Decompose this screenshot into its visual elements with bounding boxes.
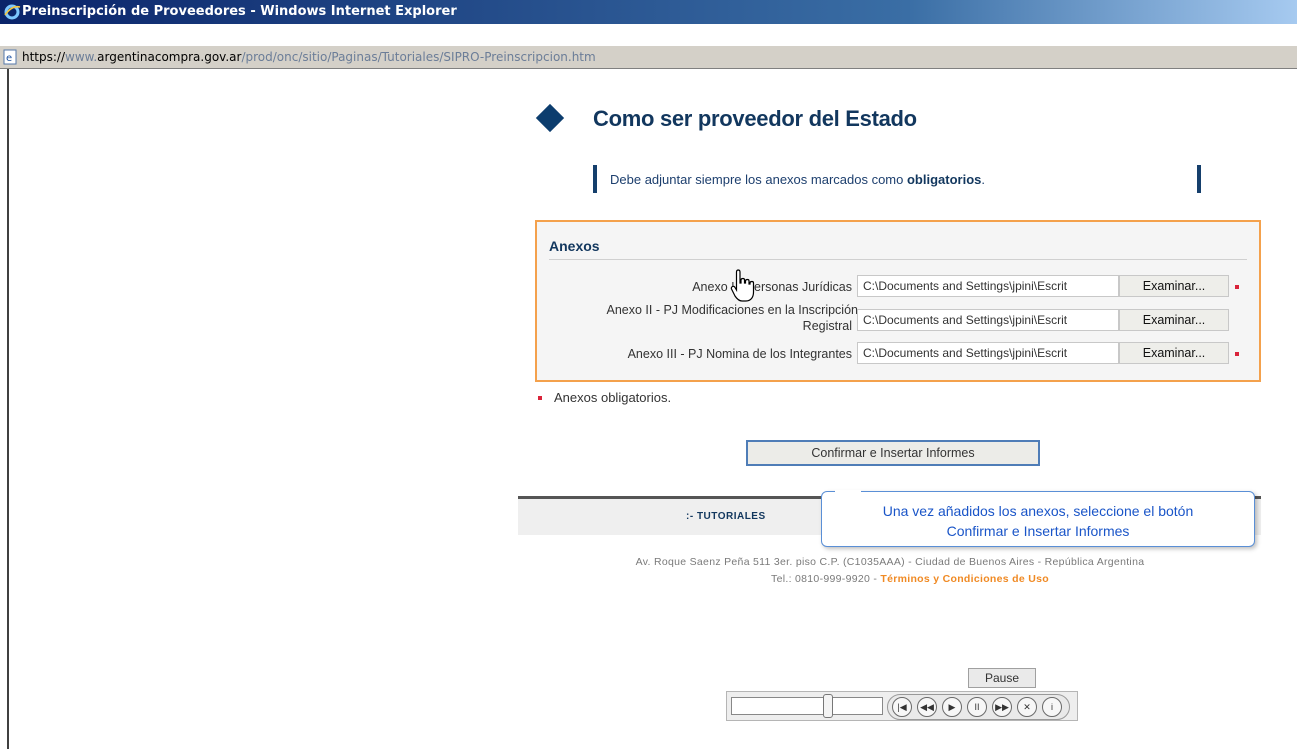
required-marker xyxy=(1235,352,1239,356)
pause-button[interactable]: Pause xyxy=(968,668,1036,688)
window-titlebar: Preinscripción de Proveedores - Windows … xyxy=(0,0,1297,24)
page-title: Como ser proveedor del Estado xyxy=(593,106,917,131)
callout-text: Una vez añadidos los anexos, seleccione … xyxy=(821,501,1255,541)
annex-2-label-line1: Anexo II - PJ Modificaciones en la Inscr… xyxy=(606,303,858,317)
first-icon[interactable]: |◀ xyxy=(892,697,912,717)
internet-explorer-icon xyxy=(4,4,21,20)
tutorials-link[interactable]: :- TUTORIALES xyxy=(686,511,766,522)
svg-text:e: e xyxy=(6,53,12,64)
notice-bar-left xyxy=(593,165,597,193)
callout-line1: Una vez añadidos los anexos, seleccione … xyxy=(882,503,1194,519)
annex-divider xyxy=(549,259,1247,260)
confirm-insert-button[interactable]: Confirmar e Insertar Informes xyxy=(746,440,1040,466)
notice-text: Debe adjuntar siempre los anexos marcado… xyxy=(610,172,985,187)
annex-2-label: Anexo II - PJ Modificaciones en la Inscr… xyxy=(548,302,858,334)
required-legend: Anexos obligatorios. xyxy=(554,390,672,405)
required-marker xyxy=(1235,285,1239,289)
annex-2-browse-button[interactable]: Examinar... xyxy=(1119,309,1229,331)
annex-1-browse-button[interactable]: Examinar... xyxy=(1119,275,1229,297)
annex-2-label-line2: Registral xyxy=(802,319,852,333)
address-bar[interactable]: e https://www.argentinacompra.gov.ar/pro… xyxy=(0,45,1297,69)
footer-phone: Tel.: 0810-999-9920 - Términos y Condici… xyxy=(771,573,1049,585)
rewind-icon[interactable]: ◀◀ xyxy=(917,697,937,717)
terms-link[interactable]: Términos y Condiciones de Uso xyxy=(880,573,1049,585)
annex-3-label: Anexo III - PJ Nomina de los Integrantes xyxy=(627,347,852,361)
stop-icon[interactable]: ✕ xyxy=(1017,697,1037,717)
hand-cursor-icon xyxy=(730,269,755,302)
progress-slider-thumb[interactable] xyxy=(823,694,834,718)
notice-bar-right xyxy=(1197,165,1201,193)
pause-icon[interactable]: II xyxy=(967,697,987,717)
page-icon: e xyxy=(3,49,17,65)
annex-2-file-input[interactable]: C:\Documents and Settings\jpini\Escrit xyxy=(857,309,1119,331)
url-text[interactable]: https://www.argentinacompra.gov.ar/prod/… xyxy=(22,46,596,68)
info-icon[interactable]: i xyxy=(1042,697,1062,717)
callout-line2: Confirmar e Insertar Informes xyxy=(946,523,1130,539)
fast-forward-icon[interactable]: ▶▶ xyxy=(992,697,1012,717)
footer-address: Av. Roque Saenz Peña 511 3er. piso C.P. … xyxy=(635,556,1145,568)
required-marker-legend xyxy=(538,396,542,400)
annex-3-file-input[interactable]: C:\Documents and Settings\jpini\Escrit xyxy=(857,342,1119,364)
window-title: Preinscripción de Proveedores - Windows … xyxy=(22,4,457,19)
annex-title: Anexos xyxy=(549,238,600,254)
page-viewport xyxy=(7,69,1297,749)
callout-tail-cover xyxy=(835,490,861,494)
annex-1-file-input[interactable]: C:\Documents and Settings\jpini\Escrit xyxy=(857,275,1119,297)
play-icon[interactable]: ▶ xyxy=(942,697,962,717)
annex-3-browse-button[interactable]: Examinar... xyxy=(1119,342,1229,364)
progress-slider-track[interactable] xyxy=(731,697,883,715)
